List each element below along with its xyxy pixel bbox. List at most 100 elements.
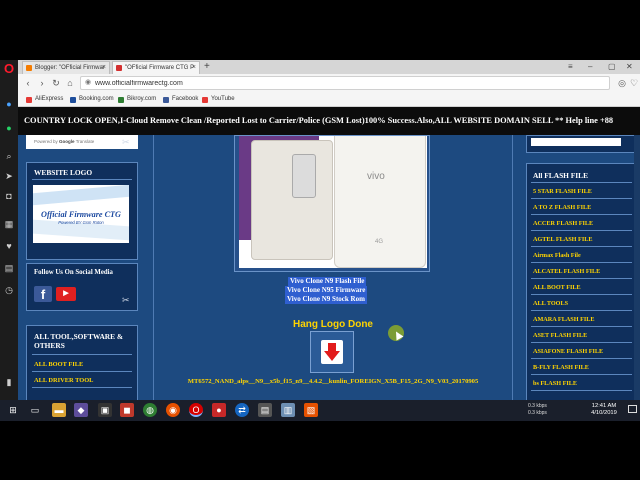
file-explorer-icon[interactable]: ▬	[52, 403, 66, 417]
bookmark-aliexpress[interactable]: AliExpress	[26, 94, 63, 105]
notifications-icon[interactable]	[628, 405, 637, 413]
flash-file-link[interactable]: Airmax Flash File	[533, 252, 581, 259]
recorder-icon[interactable]: ●	[212, 403, 226, 417]
divider	[531, 294, 632, 295]
bookmark-bikroy[interactable]: Bikroy.com	[118, 94, 156, 105]
left-link-all-boot-file[interactable]: ALL BOOT FILE	[34, 361, 83, 368]
flash-file-link[interactable]: ALL BOOT FILE	[533, 284, 581, 291]
website-logo-panel: WEBSITE LOGO Official Firmware CTG Power…	[26, 162, 138, 260]
firefox-icon[interactable]: ◉	[166, 403, 180, 417]
opera-logo-icon[interactable]: O	[0, 60, 18, 78]
address-bar[interactable]: ◉	[80, 76, 610, 90]
tab-blogger[interactable]: Blogger: "OFficial Firmwar ×	[22, 61, 110, 74]
whatsapp-icon[interactable]: ●	[3, 122, 15, 134]
task-view-icon[interactable]: ▭	[28, 403, 42, 417]
grid-icon[interactable]: ▦	[3, 218, 15, 230]
wrench-icon[interactable]: ✂	[122, 137, 130, 147]
booking-icon	[70, 97, 76, 103]
bookmark-facebook[interactable]: Facebook	[163, 94, 198, 105]
flash-file-link[interactable]: AGTEL FLASH FILE	[533, 236, 593, 243]
tab-label: "OFficial Firmware CTG P	[125, 65, 195, 71]
heart-icon[interactable]: ♥	[3, 240, 15, 252]
home-icon[interactable]: ⌂	[64, 77, 76, 89]
post-image[interactable]: vivo 4G	[239, 136, 427, 268]
divider	[531, 310, 632, 311]
flash-file-link[interactable]: A TO Z FLASH FILE	[533, 204, 591, 211]
close-window-icon[interactable]: ✕	[626, 61, 633, 73]
all-tool-title: ALL TOOL,SOFTWARE & OTHERS	[34, 332, 124, 350]
maximize-icon[interactable]: ▢	[608, 61, 616, 73]
facebook-icon[interactable]: f	[34, 286, 52, 302]
bookmark-youtube[interactable]: YouTube	[202, 94, 235, 105]
post-image-frame: vivo 4G	[234, 135, 430, 272]
back-icon[interactable]: ‹	[22, 77, 34, 89]
post-title-line: Vivo Clone N9 Stock Rom	[285, 295, 367, 304]
new-tab-button[interactable]: +	[204, 60, 210, 74]
flash-file-link[interactable]: ALL TOOLS	[533, 300, 568, 307]
download-button[interactable]	[310, 331, 354, 373]
camera-icon[interactable]: ◘	[3, 190, 15, 202]
taskbar-clock[interactable]: 12:41 AM 4/10/2019	[584, 403, 624, 417]
wrench-icon[interactable]: ✂	[122, 295, 130, 305]
flash-file-link[interactable]: 5 STAR FLASH FILE	[533, 188, 592, 195]
camera-snapshot-icon[interactable]: ◎	[616, 77, 628, 89]
app-icon[interactable]: ◼	[120, 403, 134, 417]
system-tray: 0.3 kbps 0.3 kbps 12:41 AM 4/10/2019	[520, 400, 640, 421]
blogger-favicon-icon	[26, 65, 32, 71]
bookmark-booking[interactable]: Booking.com	[70, 94, 114, 105]
opera-favicon-icon	[116, 65, 122, 71]
bookmark-heart-icon[interactable]: ♡	[628, 77, 640, 89]
divider	[531, 326, 632, 327]
security-icon[interactable]: ◉	[85, 78, 91, 86]
flash-file-link[interactable]: ALCATEL FLASH FILE	[533, 268, 600, 275]
minimize-icon[interactable]: –	[588, 61, 592, 73]
flash-file-link[interactable]: ASIAFONE FLASH FILE	[533, 348, 603, 355]
logo-tagline: Powered BY Gsm Raton	[58, 220, 104, 225]
divider	[32, 179, 132, 180]
browser-chrome: Blogger: "OFficial Firmwar × "OFficial F…	[18, 60, 640, 107]
media-app-icon[interactable]: ◆	[74, 403, 88, 417]
reload-icon[interactable]: ↻	[50, 77, 62, 89]
search-icon[interactable]: ⌕	[3, 150, 15, 162]
firmware-file-name[interactable]: MT6572_NAND_alps__N9__x5b_f15_n9__4.4.2_…	[160, 377, 506, 386]
history-icon[interactable]: ◷	[3, 284, 15, 296]
post-content: vivo 4G Vivo Clone N9 Flash File Vivo Cl…	[153, 135, 513, 400]
messenger-icon[interactable]: ●	[3, 98, 15, 110]
announcement-marquee: COUNTRY LOCK OPEN,I-Cloud Remove Clean /…	[18, 107, 640, 135]
left-link-all-driver-tool[interactable]: ALL DRIVER TOOL	[34, 377, 93, 384]
download-icon	[321, 340, 343, 364]
store-icon[interactable]: ▣	[98, 403, 112, 417]
logo-brand: Official Firmware CTG	[41, 210, 121, 219]
youtube-icon[interactable]: ▶	[56, 287, 76, 301]
page-scrollbar[interactable]	[634, 135, 640, 400]
send-icon[interactable]: ➤	[3, 170, 15, 182]
sidebar-toggle-icon[interactable]: ▮	[3, 376, 15, 388]
teamviewer-icon[interactable]: ⇄	[235, 403, 249, 417]
chrome-icon[interactable]: ◍	[143, 403, 157, 417]
divider	[32, 387, 132, 388]
image-app-icon[interactable]: ▧	[304, 403, 318, 417]
flash-file-link[interactable]: ACCER FLASH FILE	[533, 220, 593, 227]
windows-start-icon[interactable]: ⊞	[6, 403, 20, 417]
tab-official-firmware[interactable]: "OFficial Firmware CTG P ×	[112, 61, 200, 74]
tool-app-icon[interactable]: ▤	[258, 403, 272, 417]
news-icon[interactable]: ▤	[3, 262, 15, 274]
youtube-icon	[202, 97, 208, 103]
easy-setup-icon[interactable]: ≡	[568, 61, 573, 73]
flash-file-link[interactable]: bs FLASH FILE	[533, 380, 577, 387]
all-flash-title: All FLASH FILE	[533, 171, 589, 180]
flash-tool-icon[interactable]: ▥	[281, 403, 295, 417]
divider	[531, 278, 632, 279]
address-input[interactable]	[95, 78, 495, 89]
web-page: COUNTRY LOCK OPEN,I-Cloud Remove Clean /…	[18, 107, 640, 400]
flash-file-link[interactable]: B-FLY FLASH FILE	[533, 364, 589, 371]
flash-file-link[interactable]: AMARA FLASH FILE	[533, 316, 595, 323]
close-tab-icon[interactable]: ×	[102, 62, 106, 74]
close-tab-icon[interactable]: ×	[192, 62, 196, 74]
opera-taskbar-icon[interactable]: O	[189, 403, 203, 417]
flash-file-link[interactable]: ASET FLASH FILE	[533, 332, 587, 339]
address-row: ‹ › ↻ ⌂ ◉ ◎ ♡	[18, 74, 640, 92]
divider	[531, 358, 632, 359]
site-logo[interactable]: Official Firmware CTG Powered BY Gsm Rat…	[33, 185, 129, 243]
forward-icon[interactable]: ›	[36, 77, 48, 89]
